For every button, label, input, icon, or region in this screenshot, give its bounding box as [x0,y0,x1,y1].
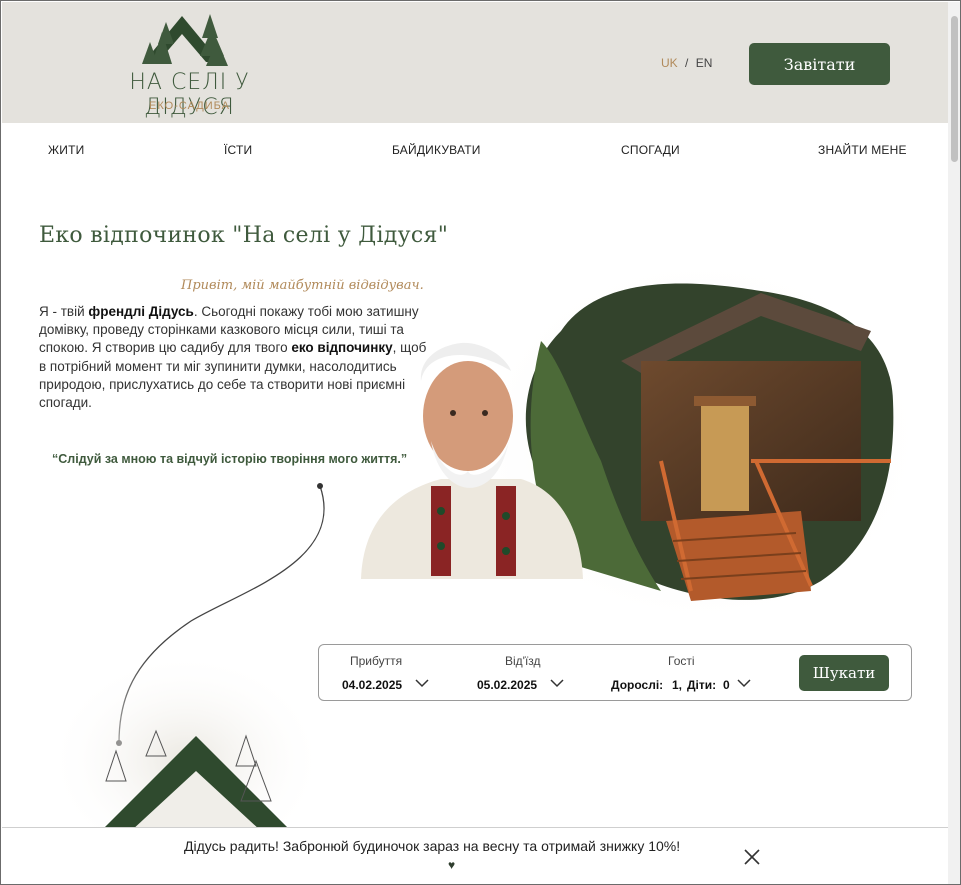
arrival-date-field[interactable]: 04.02.2025 [342,678,402,692]
greeting-text: Привіт, мій майбутній відвідувач. [181,278,424,293]
page-title: Еко відпочинок "На селі у Дідуся" [39,223,449,248]
nav-item-relax[interactable]: БАЙДИКУВАТИ [392,143,481,157]
nav-item-live[interactable]: ЖИТИ [48,143,84,157]
departure-date-field[interactable]: 05.02.2025 [477,678,537,692]
page-scrollbar[interactable] [948,2,960,884]
intro-paragraph: Я - твій френдлі Дідусь. Сьогодні покажу… [39,303,429,412]
guests-label: Гості [668,654,695,668]
lang-uk[interactable]: UK [661,56,678,70]
nav-item-find-me[interactable]: ЗНАЙТИ МЕНЕ [818,143,907,157]
children-count[interactable]: 0 [723,678,730,692]
adults-count[interactable]: 1, [672,678,682,692]
browser-viewport: НА СЕЛІ У ДІДУСЯ ЕКО-САДИБА UK / EN Заві… [0,0,961,885]
language-switcher: UK / EN [661,56,712,70]
children-label: Діти: [687,678,717,692]
nav-item-eat[interactable]: ЇСТИ [224,143,252,157]
scrollbar-thumb[interactable] [951,16,958,162]
decorative-path-line [118,485,325,744]
close-icon[interactable] [743,848,761,866]
lang-separator: / [685,56,689,70]
booking-form: Прибуття 04.02.2025 Від'їзд 05.02.2025 Г… [318,644,912,701]
intro-bold-eco-rest: еко відпочинку [291,340,393,356]
departure-label: Від'їзд [505,654,541,668]
house-photo [525,283,894,601]
nav-item-memories[interactable]: СПОГАДИ [621,143,680,157]
arrival-chevron-down-icon[interactable] [415,678,429,688]
mountain-forest-logo-icon [142,14,228,66]
arrival-label: Прибуття [350,654,403,668]
visit-button[interactable]: Завітати [749,43,890,85]
lang-en[interactable]: EN [696,56,713,70]
adults-label: Дорослі: [611,678,664,692]
promo-text: Дідусь радить! Забронюй будиночок зараз … [184,838,681,854]
quote-text: “Слідуй за мною та відчуй історію творін… [52,452,408,466]
logo-title: НА СЕЛІ У ДІДУСЯ [129,70,250,120]
intro-bold-friendly-grandpa: френдлі Дідусь [88,304,194,319]
main-nav: ЖИТИ ЇСТИ БАЙДИКУВАТИ СПОГАДИ ЗНАЙТИ МЕН… [2,123,948,175]
site-header: НА СЕЛІ У ДІДУСЯ ЕКО-САДИБА UK / EN Заві… [2,2,948,123]
heart-icon: ♥ [448,858,456,872]
intro-part-1: Я - твій [39,304,89,319]
logo-subtitle: ЕКО-САДИБА [149,100,230,112]
departure-chevron-down-icon[interactable] [550,678,564,688]
search-button[interactable]: Шукати [799,655,889,691]
promo-banner: Дідусь радить! Забронюй будиночок зараз … [2,827,948,884]
guests-chevron-down-icon[interactable] [737,678,751,688]
site-logo[interactable]: НА СЕЛІ У ДІДУСЯ ЕКО-САДИБА [82,12,297,120]
